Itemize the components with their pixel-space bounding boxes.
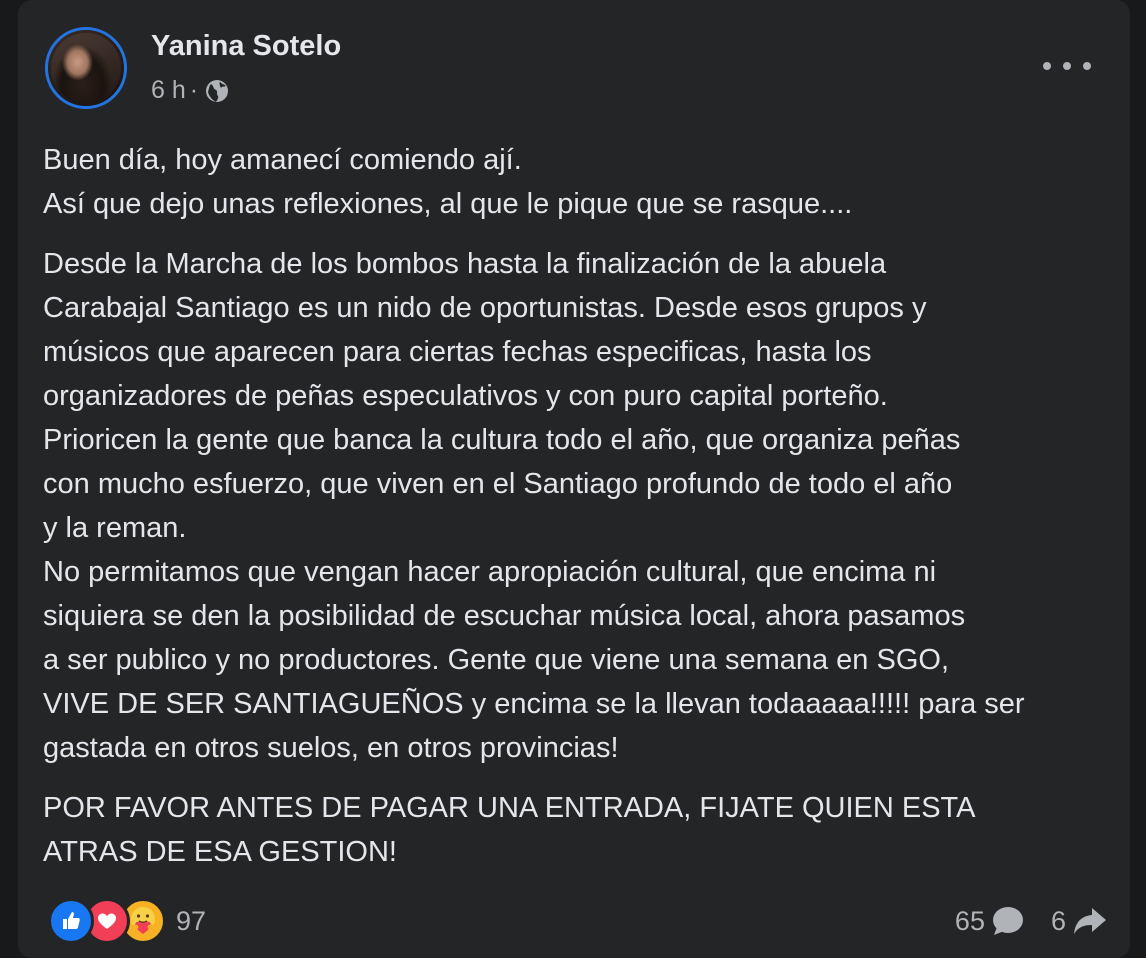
post-paragraph-intro: Buen día, hoy amanecí comiendo ají. Así … [43, 144, 853, 220]
like-icon [48, 898, 94, 944]
comment-icon [992, 907, 1023, 935]
more-options-icon[interactable] [1043, 52, 1091, 80]
meta-separator: · [189, 76, 199, 104]
reactions-summary[interactable]: 97 [48, 898, 207, 944]
post-stats: 65 6 [955, 899, 1108, 943]
share-icon [1074, 908, 1106, 934]
avatar-photo [51, 33, 121, 103]
share-count: 6 [1050, 905, 1066, 936]
author-name[interactable]: Yanina Sotelo [151, 30, 341, 63]
post-body: Buen día, hoy amanecí comiendo ají. Así … [43, 138, 1118, 874]
more-dot [1043, 62, 1051, 70]
globe-icon[interactable] [204, 78, 230, 104]
comment-count: 65 [954, 905, 985, 936]
post-time[interactable]: 6 h [151, 76, 186, 105]
post-paragraph-closing: POR FAVOR ANTES DE PAGAR UNA ENTRADA, FI… [43, 792, 976, 868]
author-avatar[interactable] [45, 27, 127, 109]
post-card: Yanina Sotelo 6 h · Buen día, hoy amanec… [18, 0, 1130, 958]
more-dot [1063, 62, 1071, 70]
post-paragraph-main: Desde la Marcha de los bombos hasta la f… [43, 248, 1025, 764]
more-dot [1083, 62, 1091, 70]
reaction-count: 97 [176, 905, 207, 936]
shares-stat[interactable]: 6 [1051, 905, 1108, 937]
comments-stat[interactable]: 65 [955, 905, 1025, 937]
post-meta: 6 h · [151, 76, 230, 105]
